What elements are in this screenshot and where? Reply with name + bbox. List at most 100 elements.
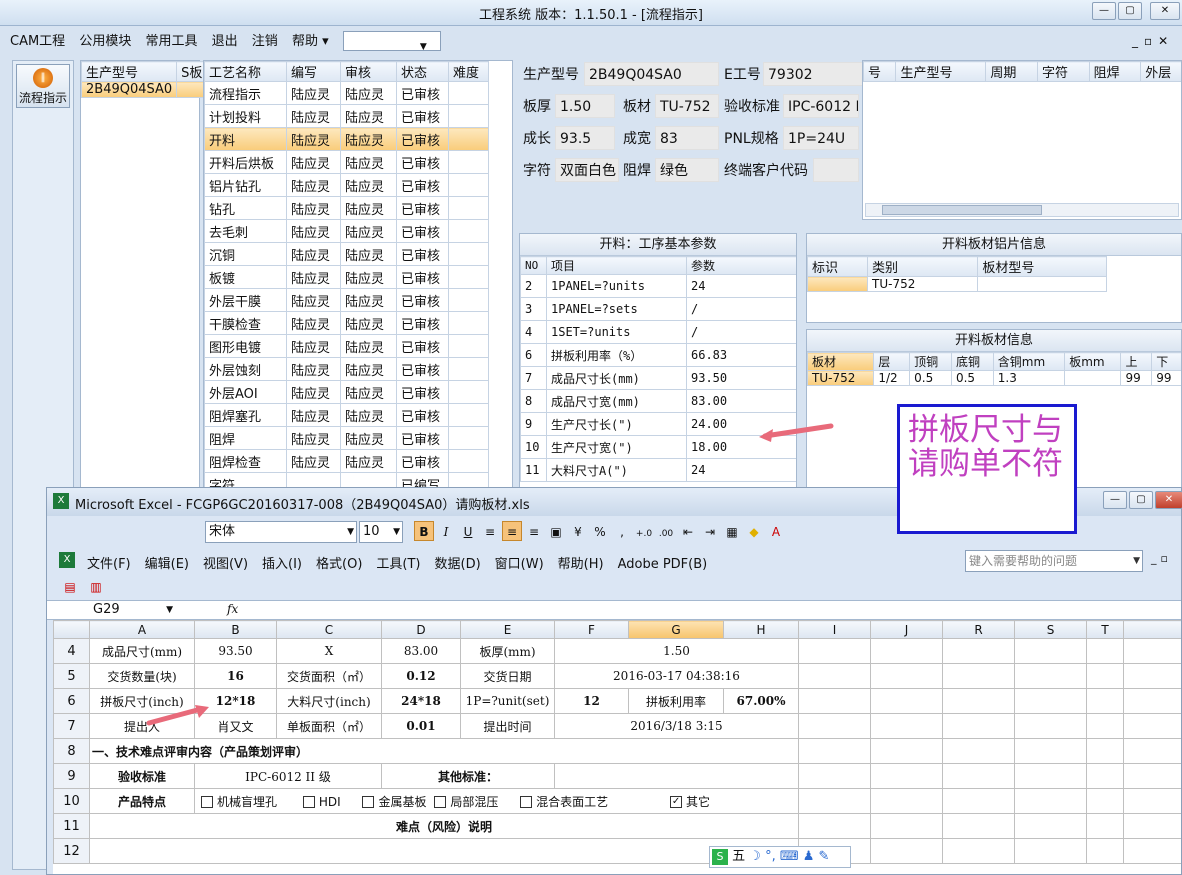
param-cell[interactable]: 1SET=?units xyxy=(546,320,687,344)
col-header[interactable]: C xyxy=(276,620,382,639)
pnl-field[interactable]: 1P=24U xyxy=(783,126,859,150)
cell[interactable] xyxy=(1014,763,1087,789)
param-cell[interactable]: 1PANEL=?sets xyxy=(546,297,687,321)
row-header[interactable]: 5 xyxy=(53,663,90,689)
col-header[interactable]: 类别 xyxy=(866,256,979,277)
checkbox[interactable] xyxy=(434,796,447,808)
process-cell[interactable] xyxy=(448,196,489,220)
process-cell[interactable]: 陆应灵 xyxy=(340,334,397,358)
mat-cell[interactable]: 1/2 xyxy=(873,370,911,386)
process-cell[interactable]: 已审核 xyxy=(396,196,449,220)
process-cell[interactable] xyxy=(448,81,489,105)
cell[interactable] xyxy=(942,688,1015,714)
col-header[interactable]: S xyxy=(1014,620,1087,639)
cell[interactable]: 成品尺寸(mm) xyxy=(89,638,195,664)
cell[interactable] xyxy=(1123,738,1181,764)
process-cell[interactable]: 已审核 xyxy=(396,242,449,266)
process-row[interactable]: 外层蚀刻 陆应灵 陆应灵 已审核 xyxy=(204,357,489,381)
process-cell[interactable]: 去毛刺 xyxy=(204,219,287,243)
col-header[interactable]: 难度 xyxy=(448,61,489,82)
cell[interactable] xyxy=(942,638,1015,664)
cell[interactable] xyxy=(1123,788,1181,814)
cell[interactable]: 93.50 xyxy=(194,638,277,664)
cell[interactable] xyxy=(942,813,1015,839)
process-cell[interactable]: 已审核 xyxy=(396,173,449,197)
process-cell[interactable]: 陆应灵 xyxy=(286,196,341,220)
process-cell[interactable]: 陆应灵 xyxy=(286,104,341,128)
process-cell[interactable] xyxy=(448,357,489,381)
select-all-corner[interactable] xyxy=(53,620,90,639)
inc-decimal-icon[interactable]: +.0 xyxy=(634,524,654,544)
process-cell[interactable]: 陆应灵 xyxy=(286,380,341,404)
currency-icon[interactable]: ¥ xyxy=(568,522,588,542)
cell[interactable] xyxy=(1014,663,1087,689)
process-cell[interactable]: 已审核 xyxy=(396,265,449,289)
process-cell[interactable]: 陆应灵 xyxy=(340,196,397,220)
process-cell[interactable]: 钻孔 xyxy=(204,196,287,220)
cell[interactable] xyxy=(798,713,871,739)
process-cell[interactable]: 板镀 xyxy=(204,265,287,289)
process-row[interactable]: 阻焊 陆应灵 陆应灵 已审核 xyxy=(204,426,489,450)
mat-cell[interactable] xyxy=(1064,370,1122,386)
cell[interactable] xyxy=(870,663,943,689)
col-header[interactable]: NO xyxy=(520,256,547,275)
param-row[interactable]: 6 拼板利用率（%） 66.83 xyxy=(520,343,796,367)
cell[interactable]: 产品特点 xyxy=(89,788,195,814)
cell[interactable] xyxy=(798,788,871,814)
process-row[interactable]: 流程指示 陆应灵 陆应灵 已审核 xyxy=(204,81,489,105)
excel-doc-controls[interactable]: _▫ xyxy=(1151,552,1172,565)
mat-cell[interactable]: 99 xyxy=(1151,370,1181,386)
customer-field[interactable] xyxy=(813,158,859,182)
scroll-thumb[interactable] xyxy=(882,205,1042,215)
cell[interactable]: 24*18 xyxy=(381,688,461,714)
cell[interactable]: 大料尺寸(inch) xyxy=(276,688,382,714)
font-size-combo[interactable]: 10 ▼ xyxy=(359,521,403,543)
cell[interactable] xyxy=(870,838,943,864)
param-cell[interactable]: 83.00 xyxy=(686,389,796,413)
maximize-button[interactable]: ▢ xyxy=(1118,2,1142,20)
excel-menu-item[interactable]: 视图(V) xyxy=(203,557,248,572)
cell[interactable]: 板厚(mm) xyxy=(460,638,555,664)
cell[interactable] xyxy=(1123,663,1181,689)
process-cell[interactable]: 陆应灵 xyxy=(286,150,341,174)
excel-menu-item[interactable]: 格式(O) xyxy=(316,557,362,572)
checkbox-checked[interactable]: ✓ xyxy=(670,796,683,808)
col-header[interactable]: 工艺名称 xyxy=(204,61,287,82)
alu-row[interactable]: TU-752 xyxy=(807,276,1107,292)
process-cell[interactable]: 陆应灵 xyxy=(286,426,341,450)
dec-decimal-icon[interactable]: .00 xyxy=(656,524,676,544)
process-cell[interactable] xyxy=(448,380,489,404)
process-cell[interactable]: 陆应灵 xyxy=(340,242,397,266)
cell[interactable]: 0.12 xyxy=(381,663,461,689)
menu-item-public[interactable]: 公用模块 xyxy=(79,29,131,55)
process-cell[interactable]: 陆应灵 xyxy=(286,403,341,427)
mat-cell[interactable]: 0.5 xyxy=(909,370,952,386)
process-cell[interactable]: 外层AOI xyxy=(204,380,287,404)
bold-icon[interactable]: B xyxy=(414,521,434,541)
col-header[interactable]: 编写 xyxy=(286,61,341,82)
border-icon[interactable]: ▦ xyxy=(722,522,742,542)
process-cell[interactable]: 陆应灵 xyxy=(286,288,341,312)
process-cell[interactable]: 已审核 xyxy=(396,81,449,105)
cell[interactable]: 2016-03-17 04:38:16 xyxy=(554,663,799,689)
mdi-controls[interactable]: _▫✕ xyxy=(1132,34,1174,48)
process-cell[interactable]: 陆应灵 xyxy=(340,449,397,473)
cell[interactable]: 交货日期 xyxy=(460,663,555,689)
row-header[interactable]: 8 xyxy=(53,738,90,764)
col-header[interactable]: D xyxy=(381,620,461,639)
process-cell[interactable]: 陆应灵 xyxy=(286,81,341,105)
checkbox[interactable] xyxy=(520,796,533,808)
process-row[interactable]: 铝片钻孔 陆应灵 陆应灵 已审核 xyxy=(204,173,489,197)
param-cell[interactable]: / xyxy=(686,320,796,344)
cell[interactable] xyxy=(1014,788,1087,814)
process-cell[interactable]: 陆应灵 xyxy=(286,357,341,381)
cell[interactable]: 0.01 xyxy=(381,713,461,739)
indent-icon[interactable]: ⇥ xyxy=(700,522,720,542)
font-name-combo[interactable]: 宋体 ▼ xyxy=(205,521,357,543)
process-cell[interactable]: 已审核 xyxy=(396,403,449,427)
cell[interactable] xyxy=(798,813,871,839)
cell[interactable] xyxy=(870,688,943,714)
cell[interactable] xyxy=(942,713,1015,739)
cell[interactable] xyxy=(1014,813,1087,839)
cell[interactable]: 单板面积（㎡） xyxy=(276,713,382,739)
